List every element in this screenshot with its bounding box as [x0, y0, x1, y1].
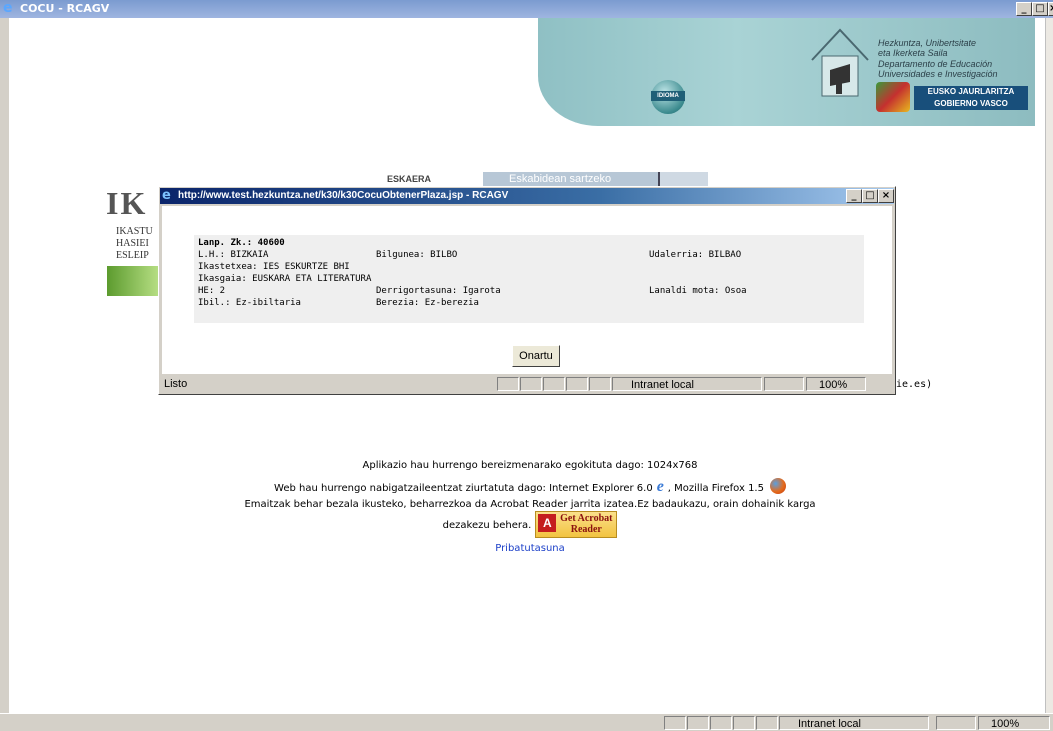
window-titlebar: e COCU - RCAGV _ □ × — [0, 0, 1053, 18]
berezia-value: Berezia: Ez-berezia — [376, 298, 479, 308]
acrobat-note-line2-wrap: dezakezu behera. A Get Acrobat Reader — [160, 511, 900, 538]
gov-name-es: GOBIERNO VASCO — [934, 99, 1008, 108]
idioma-button[interactable]: IDIOMA — [651, 80, 685, 114]
side-line-1: IKASTU — [116, 226, 153, 237]
browser-support-note: Web hau hurrengo nabigatzaileentzat ziur… — [160, 478, 900, 495]
app-logo: IK — [106, 185, 148, 221]
acrobat-badge-line2: Reader — [570, 524, 602, 535]
popup-status-segment — [520, 377, 542, 391]
he-value: HE: 2 — [198, 286, 226, 296]
derrigortasuna-value: Derrigortasuna: Igarota — [376, 286, 501, 296]
lanaldi-value: Lanaldi mota: Osoa — [649, 286, 747, 296]
gov-name: EUSKO JAURLARITZA GOBIERNO VASCO — [914, 86, 1028, 110]
udalerria-value: Udalerria: BILBAO — [649, 250, 742, 260]
plaza-popup-window: e http://www.test.hezkuntza.net/k30/k30C… — [158, 186, 896, 395]
minimize-button[interactable]: _ — [1016, 2, 1032, 16]
ie-app-icon: e — [3, 0, 13, 16]
status-segment — [687, 716, 709, 730]
lh-value: L.H.: BIZKAIA — [198, 250, 269, 260]
popup-ie-icon: e — [162, 188, 171, 203]
popup-status-segment — [566, 377, 588, 391]
department-name-eu: Hezkuntza, Unibertsitate eta Ikerketa Sa… — [878, 38, 1028, 58]
popup-zoom-label: 100% — [819, 379, 848, 391]
zoom-control[interactable]: 100% — [978, 716, 1050, 730]
internet-explorer-icon: e — [656, 478, 664, 495]
acrobat-note-line1: Emaitzak behar bezala ikusteko, beharrez… — [244, 499, 816, 510]
popup-security-icon[interactable] — [764, 377, 804, 391]
zoom-label: 100% — [991, 718, 1020, 730]
popup-content: Lanp. Zk.: 40600 L.H.: BIZKAIA Bilgunea:… — [162, 206, 892, 374]
lanp-number: Lanp. Zk.: 40600 — [198, 238, 285, 248]
side-line-3: ESLEIP — [116, 250, 149, 261]
adobe-icon: A — [538, 514, 557, 532]
popup-maximize-button[interactable]: □ — [862, 189, 878, 203]
ikastetxea-value: Ikastetxea: IES ESKURTZE BHI — [198, 262, 350, 272]
department-house-icon — [811, 28, 869, 97]
ibil-value: Ibil.: Ez-ibiltaria — [198, 298, 301, 308]
zone-segment: Intranet local — [779, 716, 929, 730]
gobierno-vasco-logo: EUSKO JAURLARITZA GOBIERNO VASCO — [876, 82, 1028, 112]
maximize-button[interactable]: □ — [1032, 2, 1048, 16]
popup-titlebar: e http://www.test.hezkuntza.net/k30/k30C… — [160, 188, 894, 204]
status-segment — [733, 716, 755, 730]
onartu-button[interactable]: Onartu — [512, 345, 560, 367]
popup-status-segment — [589, 377, 611, 391]
firefox-icon — [769, 478, 786, 494]
privacy-link[interactable]: Pribatutasuna — [480, 543, 580, 555]
popup-zone-label: Intranet local — [631, 379, 694, 391]
close-button[interactable]: × — [1048, 2, 1053, 16]
vertical-scrollbar[interactable] — [1045, 18, 1053, 715]
popup-status-text: Listo — [164, 378, 188, 390]
browser-support-suffix: , Mozilla Firefox 1.5 — [667, 483, 764, 494]
ikasgaia-value: Ikasgaia: EUSKARA ETA LITERATURA — [198, 274, 372, 284]
plaza-details: Lanp. Zk.: 40600 L.H.: BIZKAIA Bilgunea:… — [194, 235, 864, 323]
popup-minimize-button[interactable]: _ — [846, 189, 862, 203]
dept-es-line1: Departamento de Educación — [878, 59, 993, 69]
zone-label: Intranet local — [798, 718, 861, 730]
department-name-es: Departamento de Educación Universidades … — [878, 59, 1028, 79]
popup-close-button[interactable]: × — [878, 189, 894, 203]
status-segment — [756, 716, 778, 730]
idioma-label: IDIOMA — [651, 91, 685, 101]
status-segment — [664, 716, 686, 730]
security-icon[interactable] — [936, 716, 976, 730]
tab-eskabidean[interactable]: Eskabidean sartzeko — [483, 172, 658, 186]
basque-shield-icon — [876, 82, 910, 112]
browser-statusbar: Intranet local 100% — [0, 713, 1053, 731]
window-title: COCU - RCAGV — [20, 2, 110, 15]
tab-icon[interactable] — [658, 172, 708, 186]
browser-support-prefix: Web hau hurrengo nabigatzaileentzat ziur… — [274, 483, 653, 494]
bilgunea-value: Bilgunea: BILBO — [376, 250, 458, 260]
gov-name-eu: EUSKO JAURLARITZA — [927, 87, 1015, 96]
get-acrobat-reader-button[interactable]: A Get Acrobat Reader — [535, 511, 618, 538]
dept-eu-line1: Hezkuntza, Unibertsitate — [878, 38, 977, 48]
side-line-2: HASIEI — [116, 238, 149, 249]
section-label: ESKAERA — [387, 174, 432, 184]
resolution-note: Aplikazio hau hurrengo bereizmenarako eg… — [362, 460, 698, 471]
acrobat-badge-line1: Get Acrobat — [560, 513, 613, 524]
acrobat-note-line2: dezakezu behera. — [442, 520, 532, 531]
status-segment — [710, 716, 732, 730]
email-fragment: ie.es) — [896, 379, 933, 390]
popup-zone-segment: Intranet local — [612, 377, 762, 391]
acrobat-badge-text: Get Acrobat Reader — [558, 513, 614, 535]
popup-zoom-control[interactable]: 100% — [806, 377, 866, 391]
green-menu-bar — [107, 266, 159, 296]
side-menu-text: IKASTU HASIEI ESLEIP — [116, 226, 153, 262]
popup-status-segment — [543, 377, 565, 391]
dept-es-line2: Universidades e Investigación — [878, 69, 998, 79]
popup-title: http://www.test.hezkuntza.net/k30/k30Coc… — [178, 190, 509, 201]
popup-status-segment — [497, 377, 519, 391]
popup-statusbar: Listo Intranet local 100% — [162, 376, 892, 392]
dept-eu-line2: eta Ikerketa Saila — [878, 48, 948, 58]
